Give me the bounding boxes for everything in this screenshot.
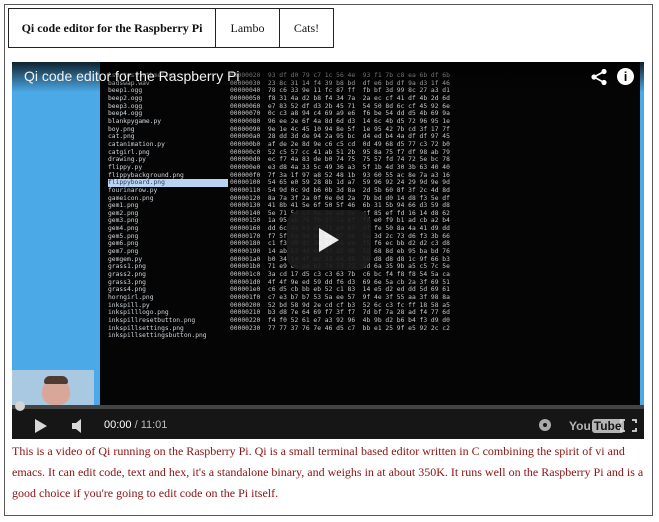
youtube-logo-you: You xyxy=(569,419,591,433)
file-list-item: inkspilllogo.png xyxy=(108,309,169,317)
hex-row: 00000060 e7 83 52 df d3 2b 45 71 54 50 8… xyxy=(230,102,450,110)
tab-lambo[interactable]: Lambo xyxy=(215,8,279,48)
time-total: 11:01 xyxy=(140,419,168,431)
volume-icon[interactable] xyxy=(71,418,87,434)
big-play-button[interactable] xyxy=(287,210,371,270)
file-list-item: inkspill.py xyxy=(108,301,150,309)
progress-scrubber[interactable] xyxy=(15,401,25,411)
file-list-item: grass1.png xyxy=(108,263,146,271)
hex-row: 00000110 54 9d 0c 9d b6 0b 3d 8a 2d 5b 6… xyxy=(230,186,450,194)
player-controls: 00:00 / 11:01 You Tube xyxy=(12,401,644,439)
file-list-item: cat.png xyxy=(108,133,135,141)
youtube-logo[interactable]: You Tube xyxy=(569,419,624,433)
file-list-item: flippybackground.png xyxy=(108,171,184,179)
file-list-item: grass4.png xyxy=(108,286,146,294)
video-player[interactable]: lsbrtestirthmeslntbadswap.wavbeep1.oggbe… xyxy=(12,62,644,439)
time-current: 00:00 xyxy=(104,419,132,431)
file-list-item: fourinarow.py xyxy=(108,186,158,194)
file-list-item: beep3.ogg xyxy=(108,102,143,110)
hex-row: 00000100 54 65 e0 59 28 8b 1d a7 59 96 9… xyxy=(230,179,450,187)
file-list-item: beep4.ogg xyxy=(108,110,143,118)
hex-row: 00000220 f4 f0 52 61 e7 a3 92 96 4b 9b d… xyxy=(230,317,450,324)
play-icon[interactable] xyxy=(34,418,48,434)
file-list-item: catgirl.png xyxy=(108,148,150,156)
webcam-thumbnail xyxy=(12,370,94,405)
hex-row: 00000210 b3 d8 7e 64 69 f7 3f f7 7d bf 7… xyxy=(230,309,450,317)
progress-bar[interactable] xyxy=(12,401,644,411)
video-frame[interactable]: lsbrtestirthmeslntbadswap.wavbeep1.oggbe… xyxy=(12,62,644,405)
hex-row: 00000070 0c c3 a8 94 c4 69 a9 e6 f6 be 5… xyxy=(230,110,450,118)
hex-row: 00000130 41 8b 41 5e 6f 50 5f 46 6b 31 5… xyxy=(230,202,450,210)
time-separator: / xyxy=(131,419,141,431)
hex-row: 00000120 8a 7a 3f 2a 0f 0e 0d 2a 7b bd d… xyxy=(230,194,450,202)
gear-icon[interactable] xyxy=(539,419,551,431)
youtube-logo-tube: Tube xyxy=(591,419,624,433)
hex-row: 000000e0 e3 d8 4a 33 5c 49 36 a3 5f 1b 4… xyxy=(230,163,450,171)
file-list-item: gemgem.py xyxy=(108,255,143,263)
hex-row: 000000c0 52 c5 57 cc 41 ab 51 2b 95 8a 7… xyxy=(230,148,450,156)
hex-row: 000000b0 af de 2e 8d 9e c6 c5 cd 0d 49 6… xyxy=(230,140,450,148)
file-list-item: gem3.png xyxy=(108,217,139,225)
play-icon xyxy=(319,228,339,252)
hex-row: 00000090 9e 1e 4c 45 10 94 8e 5f 1e 95 4… xyxy=(230,125,450,133)
file-list-item: gem6.png xyxy=(108,240,139,248)
hex-row: 000001d0 4f 4f 9e ed 59 dd f6 d3 69 6e 5… xyxy=(230,278,450,286)
file-list-item: flippy.py xyxy=(108,163,143,171)
file-list-item: beep2.ogg xyxy=(108,94,143,102)
fullscreen-icon[interactable] xyxy=(620,419,637,432)
hex-row: 000001c0 3a cd 17 d5 c3 c3 63 7b c6 bc f… xyxy=(230,271,450,279)
file-list-item: flippyboard.png xyxy=(108,179,228,187)
time-display: 00:00 / 11:01 xyxy=(104,419,167,431)
file-list-item: gem2.png xyxy=(108,209,139,217)
file-list-item: gem4.png xyxy=(108,225,139,233)
tab-qi-code-editor[interactable]: Qi code editor for the Raspberry Pi xyxy=(8,8,215,48)
hex-row: 000001e0 c6 d5 cb bb eb 52 c1 83 14 e5 d… xyxy=(230,286,450,294)
hex-row: 00000230 77 77 37 76 7e 46 d5 c7 bb e1 2… xyxy=(230,324,450,332)
info-icon[interactable]: i xyxy=(617,68,634,85)
file-list: lsbrtestirthmeslntbadswap.wavbeep1.oggbe… xyxy=(108,72,228,340)
share-icon[interactable] xyxy=(590,68,608,86)
tab-cats[interactable]: Cats! xyxy=(279,8,334,48)
hex-row: 000000d0 ec f7 4a 83 de b0 74 75 75 57 f… xyxy=(230,156,450,164)
hex-row: 00000200 52 bd 58 9d 2e cd cf b3 52 6c c… xyxy=(230,301,450,309)
file-list-item: gameicon.png xyxy=(108,194,154,202)
file-list-item: catanimation.py xyxy=(108,140,165,148)
file-list-item: drawing.py xyxy=(108,156,146,164)
hex-row: 000000a0 28 dd 3d de 94 2a 95 bc d4 ed b… xyxy=(230,133,450,141)
hex-row: 00000050 f8 31 4a d2 b8 f4 34 7a 2a ec c… xyxy=(230,94,450,102)
video-title[interactable]: Qi code editor for the Raspberry Pi xyxy=(24,68,240,84)
file-list-item: blankpygame.py xyxy=(108,117,162,125)
person-hair xyxy=(44,376,68,384)
file-list-item: inkspillresetbutton.png xyxy=(108,317,196,324)
hex-row: 000001f0 c7 e3 b7 b7 53 5a ee 57 9f 4e 3… xyxy=(230,294,450,302)
file-list-item: grass2.png xyxy=(108,271,146,279)
file-list-item: horngirl.png xyxy=(108,294,154,302)
file-list-item: inkspillsettingsbutton.png xyxy=(108,332,207,340)
file-list-item: gem5.png xyxy=(108,232,139,240)
hex-row: 000000f0 7f 3a 1f 97 a8 52 48 1b 93 60 5… xyxy=(230,171,450,179)
file-list-item: grass3.png xyxy=(108,278,146,286)
file-list-item: gem7.png xyxy=(108,248,139,256)
tab-bar: Qi code editor for the Raspberry Pi Lamb… xyxy=(8,8,334,50)
hex-dump: 00000020 93 df d0 79 c7 1c 56 4e 93 f1 7… xyxy=(230,72,640,332)
hex-row: 00000080 96 ee 2e 6f 4a 8d 6d d3 14 6c 4… xyxy=(230,117,450,125)
file-list-item: gem1.png xyxy=(108,202,139,210)
file-list-item: inkspillsettings.png xyxy=(108,324,184,332)
video-description: This is a video of Qi running on the Ras… xyxy=(12,444,644,500)
file-list-item: boy.png xyxy=(108,125,135,133)
